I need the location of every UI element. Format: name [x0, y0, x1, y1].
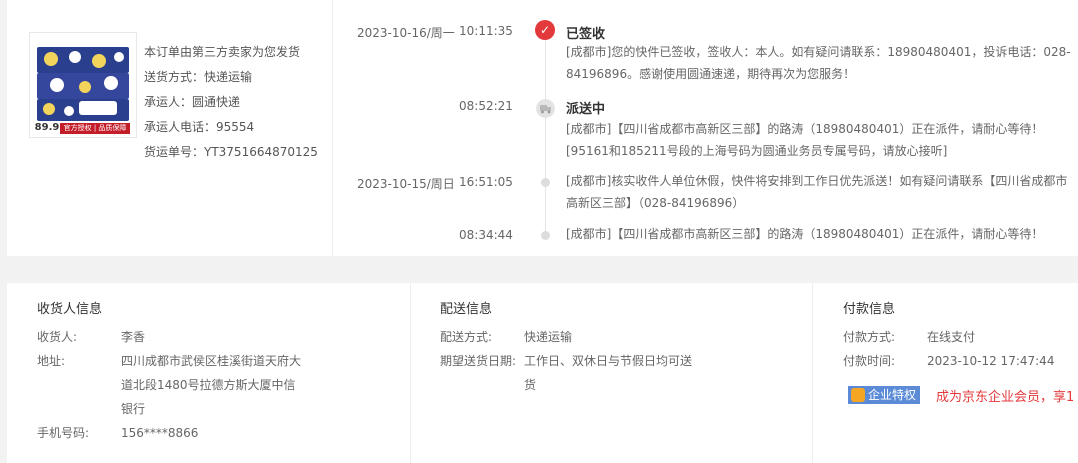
- carrier-phone: 承运人电话：95554: [144, 120, 255, 134]
- track-time: 08:52:21: [459, 99, 513, 113]
- order-tracking-card: 89.9 官方授权 | 品质保障 本订单由第三方卖家为您发货 送货方式：快递运输…: [7, 0, 1078, 256]
- payment-time-value: 2023-10-12 17:47:44: [927, 354, 1055, 368]
- order-info-card: 收货人信息 收货人: 李香 地址: 四川成都市武侯区桂溪街道天府大道北段1480…: [7, 283, 1078, 463]
- product-price: 89.9: [34, 122, 60, 134]
- enterprise-icon: [851, 388, 865, 402]
- payment-method-label: 付款方式:: [843, 330, 896, 344]
- receiver-info: 收货人信息 收货人: 李香 地址: 四川成都市武侯区桂溪街道天府大道北段1480…: [7, 283, 410, 463]
- delivery-title: 配送信息: [440, 302, 493, 317]
- delivery-truck-icon: [536, 99, 555, 118]
- receiver-phone: 156****8866: [121, 426, 199, 440]
- receiver-name: 李香: [121, 330, 146, 344]
- payment-title: 付款信息: [843, 302, 896, 317]
- timeline-rail: [545, 40, 546, 240]
- track-status-delivering: 派送中: [566, 102, 606, 117]
- card-divider: [332, 0, 333, 256]
- product-thumbnail[interactable]: 89.9 官方授权 | 品质保障: [29, 32, 137, 138]
- delivery-method-label: 配送方式:: [440, 330, 493, 344]
- receiver-phone-label: 手机号码:: [37, 426, 90, 440]
- track-status-delivered: 已签收: [566, 27, 606, 42]
- track-detail: [成都市]【四川省成都市高新区三部】的路涛（18980480401）正在派件，请…: [566, 122, 1044, 158]
- authorized-badge: 官方授权 | 品质保障: [60, 123, 130, 134]
- track-time: 10:11:35: [459, 24, 513, 38]
- delivery-info: 配送信息 配送方式: 快递运输 期望送货日期: 工作日、双休日与节假日均可送货: [410, 283, 812, 463]
- delivered-check-icon: ✓: [535, 20, 555, 40]
- track-date: 2023-10-15/周日: [357, 177, 455, 191]
- enterprise-badge-label: 企业特权: [868, 388, 917, 402]
- receiver-address-label: 地址:: [37, 354, 66, 368]
- enterprise-privilege-badge[interactable]: 企业特权: [848, 386, 921, 404]
- timeline-dot-icon: [541, 231, 550, 240]
- timeline-dot-icon: [541, 178, 550, 187]
- receiver-title: 收货人信息: [37, 302, 103, 317]
- delivery-method-value: 快递运输: [524, 330, 573, 344]
- receiver-name-label: 收货人:: [37, 330, 78, 344]
- seller-info: 本订单由第三方卖家为您发货 送货方式：快递运输 承运人：圆通快递 承运人电话：9…: [144, 40, 329, 165]
- truck-icon: [536, 99, 555, 118]
- product-image: [33, 37, 133, 135]
- enterprise-member-link[interactable]: 成为京东企业会员，享1: [936, 386, 1074, 405]
- tracking-timeline[interactable]: 2023-10-16/周一 10:11:35 ✓ 已签收 [成都市]您的快件已签…: [357, 18, 1078, 240]
- third-party-notice: 本订单由第三方卖家为您发货: [144, 45, 301, 59]
- track-date: 2023-10-16/周一: [357, 26, 455, 40]
- delivery-date-label: 期望送货日期:: [440, 354, 517, 368]
- payment-method-value: 在线支付: [927, 330, 976, 344]
- payment-info: 付款信息 付款方式: 在线支付 付款时间: 2023-10-12 17:47:4…: [812, 283, 1078, 463]
- track-detail: [成都市]核实收件人单位休假，快件将安排到工作日优先派送！如有疑问请联系【四川省…: [566, 174, 1068, 210]
- track-detail: [成都市]【四川省成都市高新区三部】的路涛（18980480401）正在派件，请…: [566, 227, 1044, 240]
- track-detail: [成都市]您的快件已签收，签收人：本人。如有疑问请联系：18980480401，…: [566, 45, 1071, 81]
- receiver-address: 四川成都市武侯区桂溪街道天府大道北段1480号拉德方斯大厦中信银行: [121, 354, 302, 416]
- track-time: 08:34:44: [459, 228, 513, 240]
- tracking-number: 货运单号：YT3751664870125: [144, 145, 318, 159]
- delivery-date-value: 工作日、双休日与节假日均可送货: [524, 354, 693, 392]
- carrier-name: 承运人：圆通快递: [144, 95, 241, 109]
- track-time: 16:51:05: [459, 175, 513, 189]
- payment-time-label: 付款时间:: [843, 354, 896, 368]
- delivery-method: 送货方式：快递运输: [144, 70, 253, 84]
